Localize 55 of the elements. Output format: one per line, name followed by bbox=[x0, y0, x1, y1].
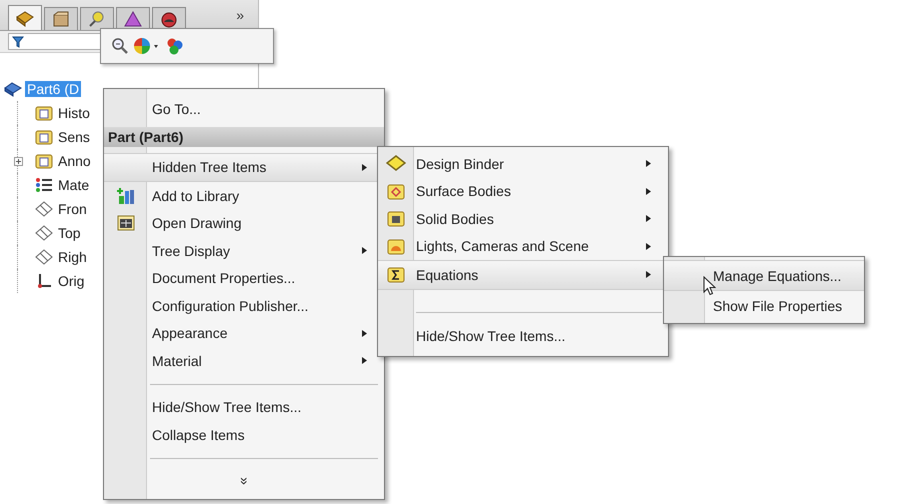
origin-icon bbox=[35, 273, 53, 289]
panel-tab[interactable] bbox=[8, 5, 42, 30]
filter-icon bbox=[12, 36, 24, 48]
panel-tab[interactable] bbox=[152, 7, 186, 30]
mouse-pointer-icon bbox=[703, 276, 716, 296]
ball-icon bbox=[159, 10, 179, 28]
tree-item[interactable]: Orig bbox=[56, 273, 86, 289]
menu-item[interactable]: Show File Properties bbox=[664, 291, 864, 320]
part-icon bbox=[4, 81, 22, 97]
submenu-arrow-icon bbox=[646, 215, 651, 222]
diamond-icon bbox=[386, 154, 406, 173]
expand-icon[interactable] bbox=[14, 156, 23, 166]
library-add-icon bbox=[117, 186, 135, 205]
submenu-arrow-icon bbox=[362, 330, 367, 337]
menu-item[interactable]: Manage Equations... bbox=[664, 260, 864, 291]
color-wheel-icon[interactable] bbox=[133, 37, 161, 55]
panel-tab[interactable] bbox=[116, 7, 150, 30]
box-icon bbox=[51, 10, 71, 28]
submenu-arrow-icon bbox=[646, 271, 651, 278]
menu-header: Part (Part6) bbox=[104, 126, 384, 146]
menu-item[interactable]: Material bbox=[104, 347, 384, 374]
folder-icon bbox=[386, 238, 404, 255]
folder-icon bbox=[386, 182, 404, 200]
zoom-icon[interactable] bbox=[111, 37, 129, 55]
submenu-arrow-icon bbox=[362, 357, 367, 364]
menu-item[interactable]: Collapse Items bbox=[104, 421, 384, 448]
more-items-button[interactable]: » bbox=[104, 468, 384, 495]
menu-item[interactable]: Lights, Cameras and Scene bbox=[378, 232, 668, 260]
plane-icon bbox=[35, 249, 53, 265]
menu-item[interactable]: Go To... bbox=[104, 95, 384, 122]
tree-item[interactable]: Anno bbox=[56, 153, 93, 169]
submenu-arrow-icon bbox=[646, 160, 651, 168]
tree-item[interactable]: Histo bbox=[56, 105, 92, 121]
tree-item[interactable]: Fron bbox=[56, 201, 89, 217]
filter-field[interactable] bbox=[8, 33, 103, 50]
material-list-icon bbox=[35, 177, 53, 193]
part-icon bbox=[15, 9, 35, 27]
plane-icon bbox=[35, 201, 53, 217]
plane-icon bbox=[35, 225, 53, 241]
tree-item[interactable]: Top bbox=[56, 225, 83, 241]
tree-item[interactable]: Mate bbox=[56, 177, 92, 193]
tree-item[interactable]: Righ bbox=[56, 249, 89, 265]
menu-item[interactable]: Hide/Show Tree Items... bbox=[104, 394, 384, 421]
triangle-icon bbox=[123, 10, 143, 28]
drawing-icon bbox=[117, 214, 135, 232]
submenu-arrow-icon bbox=[646, 242, 651, 250]
submenu-arrow-icon bbox=[362, 164, 367, 171]
sigma-folder-icon bbox=[386, 266, 404, 284]
menu-item[interactable]: Solid Bodies bbox=[378, 205, 668, 232]
tree-item[interactable]: Sens bbox=[56, 129, 92, 145]
submenu-arrow-icon bbox=[646, 188, 651, 195]
more-tabs-button[interactable]: » bbox=[236, 7, 244, 23]
folder-icon bbox=[386, 210, 404, 228]
submenu-arrow-icon bbox=[362, 247, 367, 254]
appearance-balls-icon[interactable] bbox=[165, 37, 185, 55]
